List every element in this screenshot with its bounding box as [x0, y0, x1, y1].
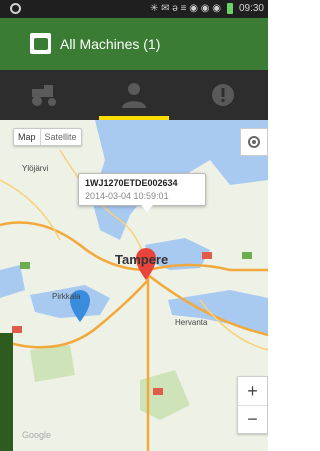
page-title: All Machines (1) [60, 36, 161, 52]
map-type-toggle[interactable]: Map Satellite [13, 128, 82, 146]
satellite-button[interactable]: Satellite [39, 129, 81, 145]
map-attribution: Google [22, 430, 52, 440]
map-button[interactable]: Map [14, 129, 40, 145]
person-icon [121, 83, 146, 108]
my-location-button[interactable] [240, 128, 268, 156]
clock: 09:30 [238, 3, 264, 14]
background-strip [0, 333, 13, 451]
tab-machines[interactable] [0, 70, 89, 120]
status-bar: ✳ ✉ ə ≡ ◉ ◉ ◉ 09:30 [0, 0, 268, 18]
zoom-out-button[interactable]: − [238, 405, 267, 433]
place-label: Hervanta [175, 318, 208, 327]
place-label: Ylöjärvi [22, 164, 49, 173]
zoom-controls: + − [237, 376, 268, 434]
machine-id: 1WJ1270ETDE002634 [85, 178, 178, 188]
tab-bar [0, 70, 268, 120]
action-bar: All Machines (1) [0, 18, 268, 70]
crosshair-icon [248, 136, 260, 148]
zoom-in-button[interactable]: + [238, 377, 267, 405]
tab-operators[interactable] [89, 70, 178, 120]
map-view[interactable]: Map Satellite Ylöjärvi Tampere Pirkkala … [0, 120, 268, 451]
location-status-icon [10, 3, 21, 14]
battery-icon [226, 3, 233, 14]
app-logo-icon[interactable] [30, 33, 51, 54]
place-label: Tampere [115, 252, 169, 267]
info-window[interactable]: 1WJ1270ETDE002634 2014-03-04 10:59:01 [78, 173, 206, 212]
tractor-icon [31, 85, 56, 106]
place-label: Pirkkala [52, 292, 81, 301]
machine-timestamp: 2014-03-04 10:59:01 [85, 191, 169, 201]
status-icons: ✳ ✉ ə ≡ ◉ ◉ ◉ [149, 3, 221, 14]
alert-icon [212, 84, 235, 106]
tab-alerts[interactable] [179, 70, 268, 120]
